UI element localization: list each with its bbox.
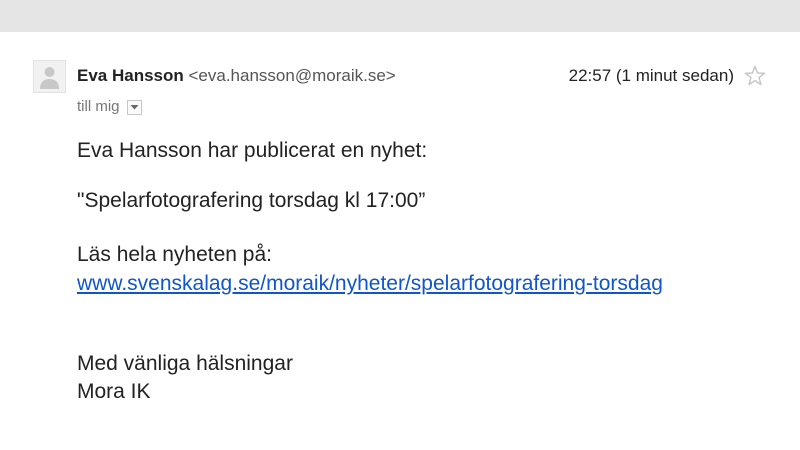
- sender-line: Eva Hansson <eva.hansson@moraik.se>: [77, 66, 396, 86]
- news-headline: "Spelarfotografering torsdag kl 17:00”: [77, 189, 426, 212]
- avatar-icon: [33, 60, 66, 93]
- sender-name[interactable]: Eva Hansson: [77, 66, 184, 85]
- recipient-line: till mig: [77, 98, 142, 116]
- top-bar: [0, 0, 800, 32]
- news-link[interactable]: www.svenskalag.se/moraik/nyheter/spelarf…: [77, 272, 663, 296]
- sender-email: <eva.hansson@moraik.se>: [188, 66, 396, 85]
- read-more-label: Läs hela nyheten på:: [77, 243, 272, 266]
- greeting: Med vänliga hälsningar: [77, 352, 293, 375]
- recipient-label: till mig: [77, 98, 120, 115]
- chevron-down-icon[interactable]: [126, 99, 142, 115]
- message-timestamp: 22:57 (1 minut sedan): [568, 66, 734, 85]
- signature: Mora IK: [77, 380, 151, 403]
- body-intro: Eva Hansson har publicerat en nyhet:: [77, 139, 428, 162]
- star-icon[interactable]: [743, 64, 767, 88]
